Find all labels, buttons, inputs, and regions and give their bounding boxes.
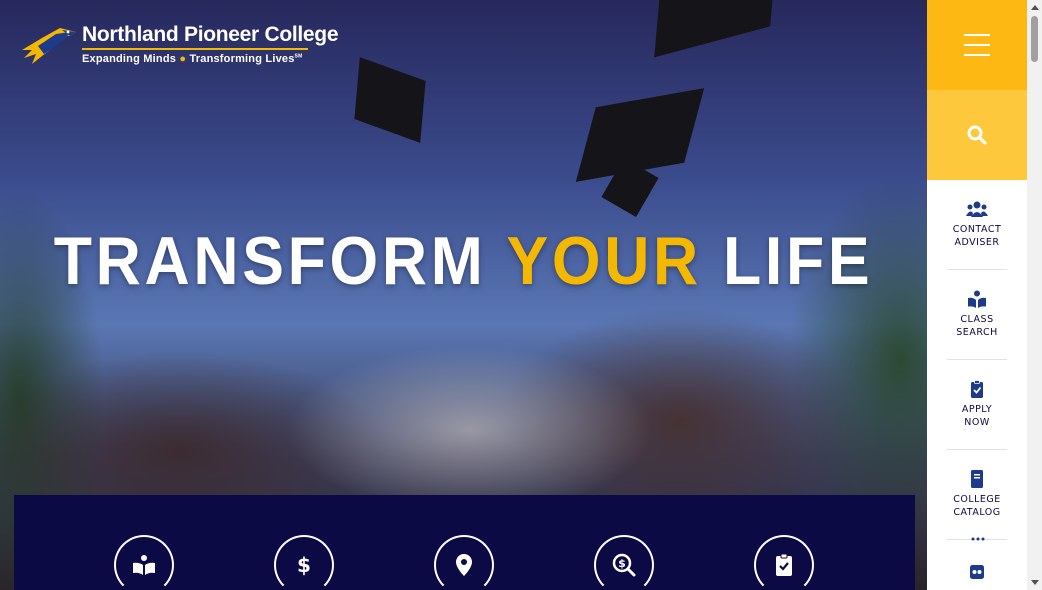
dollar-icon[interactable]: $	[274, 535, 334, 590]
quick-link-label: SEARCH	[956, 327, 998, 338]
map-marker-icon[interactable]	[434, 535, 494, 590]
contact-adviser-link[interactable]: CONTACT ADVISER	[947, 180, 1007, 270]
ellipsis-icon[interactable]	[970, 535, 986, 543]
clipboard-check-icon[interactable]	[754, 535, 814, 590]
college-catalog-link[interactable]: COLLEGE CATALOG	[947, 450, 1007, 540]
class-search-link[interactable]: CLASS SEARCH	[947, 270, 1007, 360]
service-mark: SM	[294, 53, 303, 60]
graduation-cap-image	[654, 0, 776, 58]
headline-word1: TRANSFORM	[53, 223, 487, 299]
menu-button[interactable]	[927, 0, 1027, 90]
headline-word2: YOUR	[506, 223, 702, 299]
apply-now-link[interactable]: APPLY NOW	[947, 360, 1007, 450]
scrollbar-thumb[interactable]	[1031, 16, 1038, 62]
logo-divider	[82, 48, 308, 50]
search-button[interactable]	[927, 90, 1027, 180]
clipboard-check-icon	[971, 380, 983, 398]
search-icon	[967, 125, 987, 145]
college-tagline: Expanding Minds ● Transforming LivesSM	[82, 53, 338, 65]
book-reader-icon[interactable]	[114, 535, 174, 590]
tagline-part1: Expanding Minds	[82, 53, 177, 65]
scroll-up-arrow-icon[interactable]	[1027, 0, 1042, 15]
svg-text:$: $	[618, 557, 626, 570]
scroll-down-arrow-icon[interactable]	[1027, 575, 1042, 590]
quick-link-label: CLASS	[960, 314, 994, 325]
headline-word3: LIFE	[722, 223, 874, 299]
quick-links-band: $ $	[14, 495, 915, 590]
book-icon	[971, 470, 983, 488]
eagle-logo-icon	[20, 20, 78, 68]
quick-link-label: ADVISER	[954, 237, 1000, 248]
tagline-part2: Transforming Lives	[189, 53, 295, 65]
svg-text:$: $	[297, 553, 311, 577]
page-scrollbar[interactable]	[1027, 0, 1042, 590]
search-dollar-icon[interactable]: $	[594, 535, 654, 590]
hamburger-icon	[964, 34, 990, 56]
quick-link-label: APPLY	[961, 404, 993, 415]
quick-link-label: NOW	[964, 417, 990, 428]
tagline-separator: ●	[179, 53, 187, 65]
college-logo-link[interactable]: Northland Pioneer College Expanding Mind…	[20, 20, 339, 68]
right-sidebar: CONTACT ADVISER CLASS SEARCH APPLY NOW COLL…	[927, 0, 1027, 590]
hero-headline: TRANSFORM YOUR LIFE	[37, 222, 890, 300]
book-reader-icon	[968, 290, 986, 308]
graduation-cap-image	[354, 57, 426, 143]
flickr-icon[interactable]	[970, 565, 984, 579]
college-name: Northland Pioneer College	[82, 23, 339, 46]
quick-link-label: CONTACT	[952, 224, 1002, 235]
quick-link-label: COLLEGE	[953, 494, 1001, 505]
users-icon	[966, 201, 988, 217]
quick-link-label: CATALOG	[953, 507, 1001, 518]
